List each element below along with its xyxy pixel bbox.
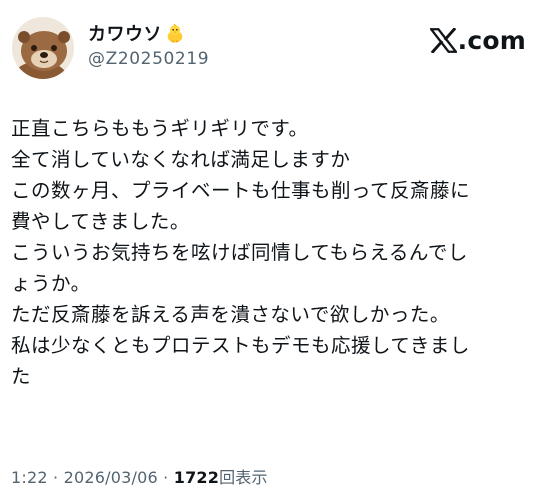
author-handle[interactable]: @Z20250219 — [88, 49, 209, 69]
author-display-name[interactable]: カワウソ — [88, 20, 162, 46]
author-name-row[interactable]: カワウソ — [88, 21, 186, 45]
tweet-time[interactable]: 1:22 — [11, 468, 48, 487]
x-logo-text: .com — [457, 26, 526, 55]
tweet-line: ただ反斎藤を訴える声を潰さないで欲しかった。 — [11, 303, 450, 326]
x-brand-logo: .com — [429, 26, 526, 55]
tweet-line: た — [11, 365, 32, 388]
tweet-line: こういうお気持ちを呟けば同情してもらえるんでし — [11, 241, 468, 264]
view-count: 1722 — [173, 468, 220, 487]
baby-chick-emoji-icon — [167, 24, 183, 43]
tweet-line: 費やしてきました。 — [11, 210, 190, 233]
tweet-date[interactable]: 2026/03/06 — [64, 468, 158, 487]
otter-avatar-icon — [12, 17, 74, 79]
avatar[interactable] — [12, 17, 74, 79]
meta-separator: · — [163, 468, 169, 487]
tweet-text: 正直こちらももうギリギリです。 全て消していなくなれば満足しますか この数ヶ月、… — [11, 113, 541, 392]
tweet-meta: 1:22 · 2026/03/06 · 1722回表示 — [11, 464, 268, 488]
tweet-line: ょうか。 — [11, 272, 91, 295]
meta-separator: · — [53, 468, 59, 487]
tweet-line: 私は少なくともプロテストもデモも応援してきまし — [11, 334, 470, 357]
tweet-line: 全て消していなくなれば満足しますか — [11, 148, 351, 171]
tweet-line: この数ヶ月、プライベートも仕事も削って反斎藤に — [11, 179, 471, 202]
tweet-line: 正直こちらももうギリギリです。 — [11, 117, 309, 140]
x-logo-icon — [429, 28, 457, 53]
view-label: 回表示 — [219, 468, 268, 487]
